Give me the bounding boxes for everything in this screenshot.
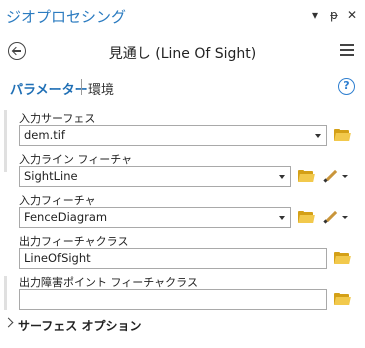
- output-value: LineOfSight: [24, 251, 91, 265]
- input-features-value: FenceDiagram: [24, 210, 108, 224]
- surface-value: dem.tif: [24, 128, 65, 142]
- obstruction-label: 出力障害ポイント フィーチャクラス: [19, 276, 198, 289]
- folder-icon[interactable]: [334, 252, 351, 264]
- pencil-dropdown-icon[interactable]: [342, 216, 348, 219]
- folder-icon[interactable]: [334, 129, 351, 141]
- chevron-down-icon: [315, 134, 321, 138]
- surface-label: 入力サーフェス: [19, 112, 96, 125]
- chevron-down-icon: [279, 175, 285, 179]
- line-features-label: 入力ライン フィーチャ: [19, 153, 133, 166]
- pane-title: ジオプロセシング: [6, 8, 127, 26]
- pane-title-bar: ジオプロセシング ▾ ᵽ ✕: [0, 0, 365, 30]
- pencil-dropdown-icon[interactable]: [342, 175, 348, 178]
- folder-icon[interactable]: [334, 293, 351, 305]
- pencil-icon[interactable]: [323, 168, 341, 184]
- required-indicator: [4, 110, 7, 172]
- required-indicator: [4, 276, 7, 310]
- help-icon[interactable]: ?: [338, 78, 355, 95]
- tab-divider: [81, 79, 82, 95]
- output-field[interactable]: LineOfSight: [19, 248, 327, 269]
- folder-icon[interactable]: [298, 211, 315, 223]
- surface-options-section[interactable]: サーフェス オプション: [18, 317, 141, 334]
- pin-icon[interactable]: ᵽ: [330, 8, 338, 22]
- line-features-value: SightLine: [24, 169, 78, 183]
- surface-dropdown[interactable]: dem.tif: [19, 125, 327, 146]
- tool-title: 見通し (Line Of Sight): [108, 46, 257, 62]
- input-features-label: 入力フィーチャ: [19, 194, 96, 207]
- hamburger-menu-icon[interactable]: [340, 44, 354, 57]
- input-features-dropdown[interactable]: FenceDiagram: [19, 207, 291, 228]
- pencil-icon[interactable]: [323, 209, 341, 225]
- pane-options-dropdown-icon[interactable]: ▾: [312, 8, 318, 22]
- close-icon[interactable]: ✕: [347, 8, 357, 22]
- output-label: 出力フィーチャクラス: [19, 235, 129, 248]
- chevron-down-icon: [279, 216, 285, 220]
- tab-parameters[interactable]: パラメーター: [10, 79, 88, 98]
- folder-icon[interactable]: [298, 170, 315, 182]
- obstruction-field[interactable]: [19, 289, 327, 310]
- chevron-right-icon[interactable]: [3, 317, 14, 328]
- tab-environments[interactable]: 環境: [88, 79, 114, 98]
- line-features-dropdown[interactable]: SightLine: [19, 166, 291, 187]
